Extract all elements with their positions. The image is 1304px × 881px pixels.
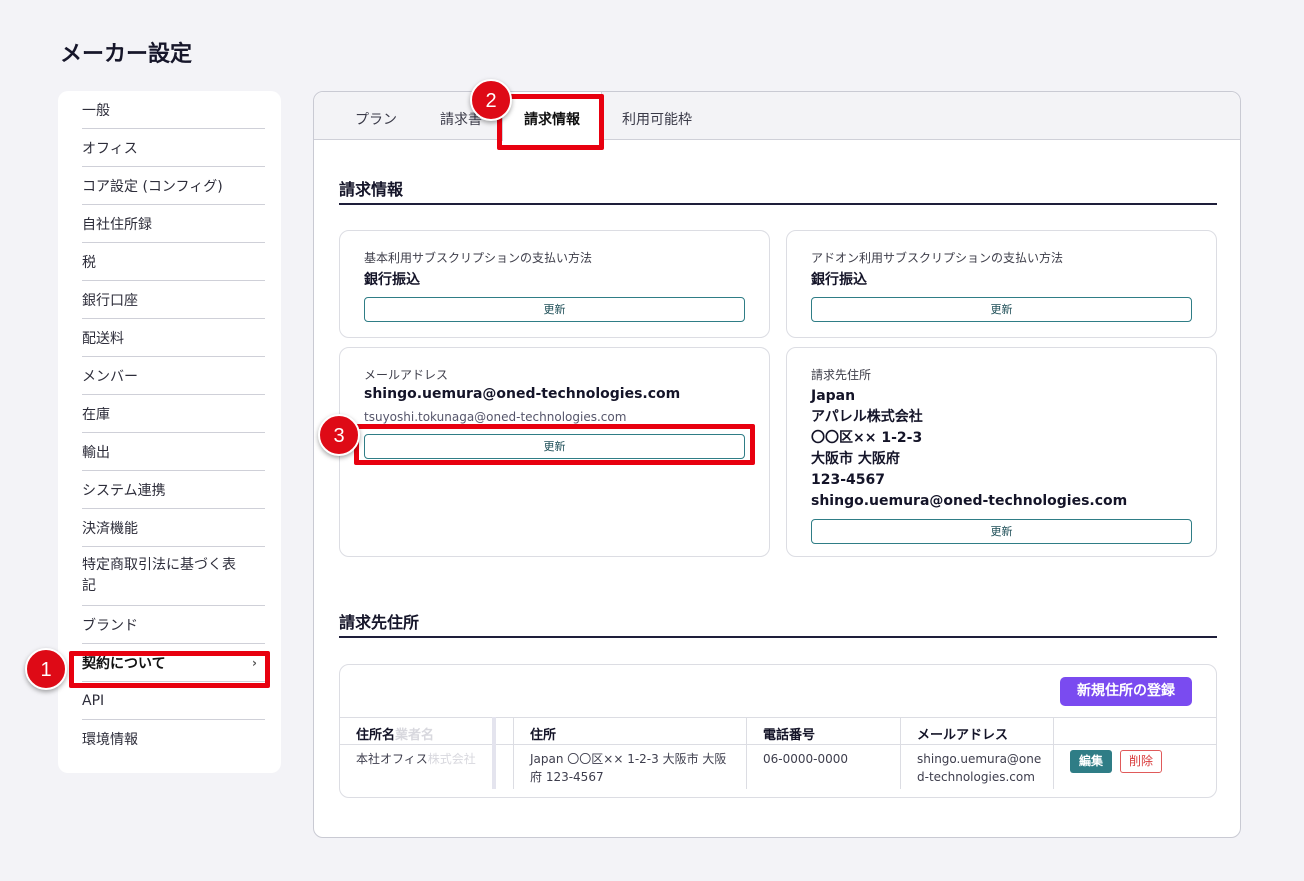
sidebar-item-bank-account[interactable]: 銀行口座: [82, 281, 265, 319]
sidebar-item-label: API: [82, 692, 105, 709]
sidebar-item-commerce-law[interactable]: 特定商取引法に基づく表記: [82, 547, 265, 606]
billing-address-card: 請求先住所 Japan アパレル株式会社 〇〇区×× 1-2-3 大阪市 大阪府…: [786, 347, 1217, 557]
address-city: 大阪市 大阪府: [811, 451, 900, 467]
base-payment-update-button[interactable]: 更新: [364, 297, 745, 322]
sidebar-item-tax[interactable]: 税: [82, 243, 265, 281]
table-divider: [340, 717, 1216, 718]
column-resize-handle[interactable]: [492, 717, 496, 789]
register-new-address-button[interactable]: 新規住所の登録: [1060, 677, 1192, 706]
step-badge-3: 3: [318, 414, 360, 456]
sidebar-item-label: オフィス: [82, 140, 138, 157]
sidebar-item-brand[interactable]: ブランド: [82, 606, 265, 644]
sidebar-item-label: 決済機能: [82, 520, 138, 537]
column-header-name: 住所名業者名: [356, 728, 435, 743]
column-divider: [1053, 717, 1054, 789]
row-address: Japan 〇〇区×× 1-2-3 大阪市 大阪府 123-4567: [530, 752, 727, 784]
address-book-section-title: 請求先住所: [339, 613, 420, 632]
address-table-card: 新規住所の登録 住所名業者名 住所 電話番号 メールアドレス 本社オフィス株式会…: [339, 664, 1217, 798]
edit-button[interactable]: 編集: [1070, 750, 1112, 773]
step-badge-2: 2: [470, 79, 512, 121]
sidebar-item-label: ブランド: [82, 617, 138, 634]
tab-bar: プラン 請求書 請求情報 利用可能枠: [314, 92, 1240, 141]
addon-payment-value: 銀行振込: [811, 272, 867, 288]
tab-plan[interactable]: プラン: [341, 92, 411, 140]
sidebar-item-label: メンバー: [82, 368, 138, 385]
tab-available-quota[interactable]: 利用可能枠: [614, 92, 700, 140]
addon-payment-update-button[interactable]: 更新: [811, 297, 1192, 322]
sidebar-item-members[interactable]: メンバー: [82, 357, 265, 395]
sidebar-item-label: 特定商取引法に基づく表記: [82, 557, 236, 594]
sidebar-item-label: 環境情報: [82, 732, 138, 748]
row-email: shingo.uemura@oned-technologies.com: [917, 752, 1042, 784]
email-primary: shingo.uemura@oned-technologies.com: [364, 386, 681, 402]
email-label: メールアドレス: [364, 368, 449, 382]
section-divider: [339, 636, 1217, 638]
address-country: Japan: [811, 388, 856, 404]
sidebar-item-label: 輸出: [82, 444, 110, 461]
column-divider: [513, 717, 514, 789]
delete-button[interactable]: 削除: [1120, 750, 1162, 773]
sidebar-item-system-integration[interactable]: システム連携: [82, 471, 265, 509]
address-email: shingo.uemura@oned-technologies.com: [811, 493, 1128, 509]
address-company: アパレル株式会社: [811, 409, 923, 425]
base-payment-label: 基本利用サブスクリプションの支払い方法: [364, 251, 593, 265]
section-divider: [339, 203, 1217, 205]
sidebar-item-export[interactable]: 輸出: [82, 433, 265, 471]
sidebar-item-environment[interactable]: 環境情報: [82, 720, 265, 758]
column-header-phone: 電話番号: [763, 728, 816, 743]
sidebar-item-label: システム連携: [82, 482, 166, 499]
sidebar-item-label: 配送料: [82, 330, 124, 347]
addon-payment-method-card: アドオン利用サブスクリプションの支払い方法 銀行振込 更新: [786, 230, 1217, 338]
table-divider: [340, 744, 1216, 745]
page-title: メーカー設定: [60, 42, 193, 67]
sidebar-item-label: 自社住所録: [82, 216, 152, 233]
billing-section-title: 請求情報: [339, 180, 404, 199]
column-divider: [900, 717, 901, 789]
sidebar-item-label: コア設定 (コンフィグ): [82, 178, 223, 195]
base-payment-value: 銀行振込: [364, 272, 420, 288]
sidebar-item-label: 在庫: [82, 406, 110, 423]
billing-address-label: 請求先住所: [811, 368, 872, 382]
base-payment-method-card: 基本利用サブスクリプションの支払い方法 銀行振込 更新: [339, 230, 770, 338]
highlight-box-email-update: [354, 424, 755, 465]
sidebar-item-inventory[interactable]: 在庫: [82, 395, 265, 433]
sidebar-item-payment[interactable]: 決済機能: [82, 509, 265, 547]
row-phone: 06-0000-0000: [763, 752, 849, 766]
sidebar-item-label: 一般: [82, 102, 110, 119]
sidebar-item-general[interactable]: 一般: [82, 91, 265, 129]
row-name: 本社オフィス株式会社: [356, 752, 476, 766]
column-header-email: メールアドレス: [917, 728, 1009, 743]
addon-payment-label: アドオン利用サブスクリプションの支払い方法: [811, 251, 1064, 265]
address-postal: 123-4567: [811, 472, 885, 488]
sidebar-item-label: 銀行口座: [82, 292, 138, 309]
column-divider: [746, 717, 747, 789]
sidebar-item-shipping[interactable]: 配送料: [82, 319, 265, 357]
address-update-button[interactable]: 更新: [811, 519, 1192, 544]
sidebar-item-office[interactable]: オフィス: [82, 129, 265, 167]
sidebar-item-address-book[interactable]: 自社住所録: [82, 205, 265, 243]
step-badge-1: 1: [25, 648, 67, 690]
sidebar-item-core-config[interactable]: コア設定 (コンフィグ): [82, 167, 265, 205]
sidebar-item-label: 税: [82, 254, 96, 271]
highlight-box-billing-tab: [497, 94, 604, 150]
email-secondary: tsuyoshi.tokunaga@oned-technologies.com: [364, 410, 627, 424]
column-header-address: 住所: [530, 728, 557, 743]
highlight-box-contract: [69, 651, 270, 688]
address-street: 〇〇区×× 1-2-3: [811, 430, 923, 446]
